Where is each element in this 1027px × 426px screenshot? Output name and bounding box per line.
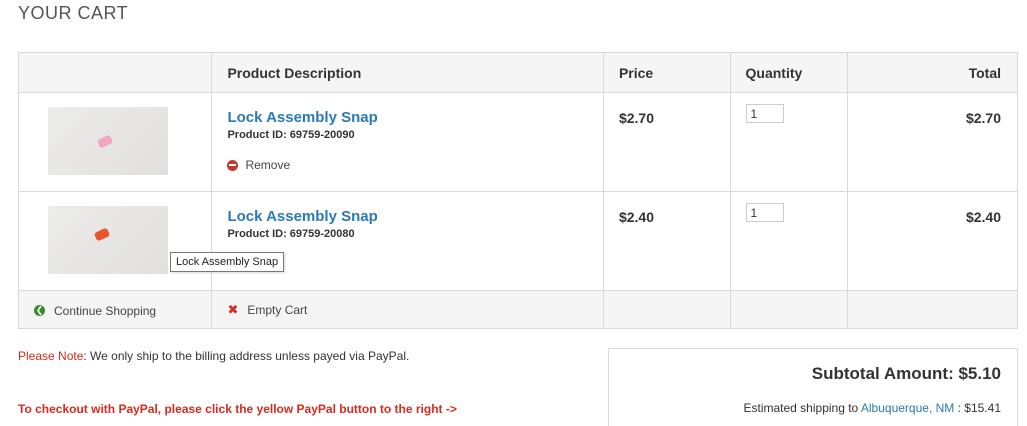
empty-cell: [602, 290, 731, 329]
total-cell: $2.70: [846, 92, 1019, 192]
product-name-link[interactable]: Lock Assembly Snap: [227, 109, 603, 126]
product-name-link[interactable]: Lock Assembly Snap: [227, 208, 603, 225]
product-part-image: [93, 227, 111, 242]
empty-cell: [729, 290, 848, 329]
product-thumbnail[interactable]: [48, 206, 168, 274]
total-cell: $2.40: [846, 191, 1019, 291]
product-id: Product ID: 69759-20080: [227, 228, 355, 240]
header-quantity: Quantity: [729, 52, 848, 93]
remove-label: Remove: [245, 158, 291, 172]
product-id: Product ID: 69759-20090: [227, 129, 355, 141]
note-label: Please Note: [18, 349, 84, 363]
cart-page: YOUR CART Product Description Price Quan…: [0, 0, 1027, 426]
product-price: $2.70: [618, 110, 654, 126]
header-description: Product Description: [211, 52, 604, 93]
product-description-cell: Lock Assembly Snap Product ID: 69759-200…: [211, 92, 604, 192]
arrow-left-circle-icon: ❮: [34, 305, 45, 317]
header-price: Price: [602, 52, 731, 93]
quantity-cell: [729, 92, 848, 192]
order-summary: Subtotal Amount: $5.10 Estimated shippin…: [608, 348, 1018, 426]
product-image-cell: [17, 92, 213, 192]
remove-button[interactable]: Remove: [227, 158, 290, 172]
header-image: [17, 52, 213, 93]
tooltip: Lock Assembly Snap: [170, 252, 285, 272]
shipping-prefix: Estimated shipping to: [743, 401, 861, 415]
price-cell: $2.70: [602, 92, 731, 192]
cart-actions-row: ❮ Continue Shopping ✖ Empty Cart: [17, 290, 1019, 329]
empty-cart-cell: ✖ Empty Cart: [211, 290, 604, 329]
header-total: Total: [846, 52, 1019, 93]
product-price: $2.40: [618, 209, 654, 225]
table-header-row: Product Description Price Quantity Total: [17, 52, 1019, 93]
quantity-cell: [729, 191, 848, 291]
table-row: Lock Assembly Snap Product ID: 69759-200…: [17, 191, 1019, 291]
shipping-location-link[interactable]: Albuquerque, NM: [861, 401, 954, 415]
continue-shopping-button[interactable]: ❮ Continue Shopping: [19, 304, 156, 318]
subtotal-amount: Subtotal Amount: $5.10: [811, 364, 1001, 383]
empty-cell: [846, 290, 1019, 329]
table-row: Lock Assembly Snap Product ID: 69759-200…: [17, 92, 1019, 192]
close-icon: ✖: [227, 302, 239, 317]
product-thumbnail[interactable]: [48, 107, 168, 175]
continue-shopping-label: Continue Shopping: [54, 303, 157, 318]
quantity-input[interactable]: [745, 203, 784, 222]
product-image-cell: [17, 191, 213, 291]
price-cell: $2.40: [602, 191, 731, 291]
empty-cart-button[interactable]: ✖ Empty Cart: [212, 303, 307, 317]
minus-circle-icon: [227, 159, 239, 171]
line-total: $2.40: [965, 209, 1001, 225]
continue-cell: ❮ Continue Shopping: [17, 290, 213, 329]
page-title: YOUR CART: [18, 3, 129, 23]
cart-table: Product Description Price Quantity Total…: [17, 52, 1019, 329]
quantity-input[interactable]: [745, 104, 784, 123]
paypal-instruction: To checkout with PayPal, please click th…: [18, 402, 457, 416]
note-text: : We only ship to the billing address un…: [83, 349, 410, 363]
shipping-note: Please Note: We only ship to the billing…: [18, 349, 409, 363]
product-description-cell: Lock Assembly Snap Product ID: 69759-200…: [211, 191, 604, 291]
line-total: $2.70: [965, 110, 1001, 126]
shipping-cost: : $15.41: [954, 401, 1001, 415]
empty-cart-label: Empty Cart: [247, 302, 308, 317]
product-part-image: [96, 134, 114, 149]
estimated-shipping: Estimated shipping to Albuquerque, NM : …: [743, 401, 1001, 415]
